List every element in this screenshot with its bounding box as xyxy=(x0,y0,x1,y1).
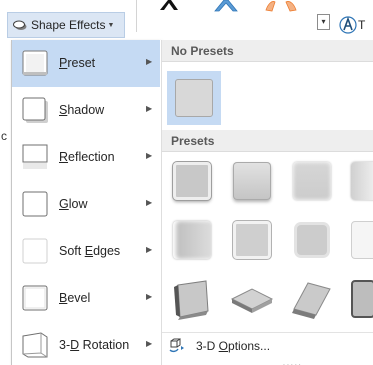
no-presets-header: No Presets xyxy=(162,40,373,62)
reflection-thumbnail xyxy=(22,144,48,170)
shape-effects-icon xyxy=(13,20,27,31)
soft-edges-thumbnail xyxy=(22,238,48,264)
preset-1[interactable] xyxy=(168,157,216,205)
menu-item-label: Preset xyxy=(59,56,96,70)
arrow-right-icon: ▶ xyxy=(146,292,153,301)
ribbon-strip: Shape Effects ▼ ▾ T xyxy=(0,0,373,40)
menu-item-soft-edges[interactable]: Soft Edges ▶ xyxy=(12,228,160,275)
preset-4[interactable] xyxy=(346,157,373,205)
preset-9[interactable] xyxy=(168,275,216,323)
no-preset-option[interactable] xyxy=(167,71,221,125)
menu-item-label: 3-D Rotation xyxy=(59,338,130,352)
menu-item-bevel[interactable]: Bevel ▶ xyxy=(12,275,160,322)
chevron-down-icon: ▼ xyxy=(107,21,115,29)
text-effects-label[interactable]: T xyxy=(358,18,365,32)
preset-12[interactable] xyxy=(346,275,373,323)
menu-item-3d-rotation[interactable]: 3-D Rotation ▶ xyxy=(12,322,160,365)
arrow-right-icon: ▶ xyxy=(146,151,153,160)
arrow-right-icon: ▶ xyxy=(146,339,153,348)
preset-2[interactable] xyxy=(228,157,276,205)
3d-options-icon xyxy=(168,338,186,354)
arrow-right-icon: ▶ xyxy=(146,245,153,254)
preset-8[interactable] xyxy=(346,216,373,264)
presets-header: Presets xyxy=(162,130,373,152)
resize-grip[interactable]: ..... xyxy=(283,360,303,365)
arrow-right-icon: ▶ xyxy=(146,198,153,207)
menu-item-glow[interactable]: Glow ▶ xyxy=(12,181,160,228)
glow-thumbnail xyxy=(22,191,48,217)
shape-effects-menu: Preset ▶ Shadow ▶ Reflection ▶ Glow ▶ So… xyxy=(11,40,161,365)
menu-item-label: Bevel xyxy=(59,291,91,305)
shadow-thumbnail xyxy=(22,97,48,123)
menu-item-label: Reflection xyxy=(59,150,115,164)
shape-effects-label: Shape Effects xyxy=(31,18,106,32)
menu-item-reflection[interactable]: Reflection ▶ xyxy=(12,134,160,181)
arrow-right-icon: ▶ xyxy=(146,104,153,113)
menu-item-label: Glow xyxy=(59,197,88,211)
3d-rotation-thumbnail xyxy=(22,332,48,358)
3d-options-label: 3-D Options... xyxy=(196,339,271,353)
preset-thumbnail xyxy=(22,50,48,76)
bevel-thumbnail xyxy=(22,285,48,311)
wordart-style-orange[interactable] xyxy=(262,0,302,18)
partial-edge-text: c xyxy=(1,129,7,143)
preset-5[interactable] xyxy=(168,216,216,264)
preset-3[interactable] xyxy=(288,157,336,205)
shape-effects-button[interactable]: Shape Effects ▼ xyxy=(7,12,125,38)
preset-7[interactable] xyxy=(288,216,336,264)
preset-11[interactable] xyxy=(288,275,336,323)
arrow-right-icon: ▶ xyxy=(146,57,153,66)
preset-10[interactable] xyxy=(228,275,276,323)
menu-item-label: Soft Edges xyxy=(59,244,121,258)
preset-6[interactable] xyxy=(228,216,276,264)
menu-item-shadow[interactable]: Shadow ▶ xyxy=(12,87,160,134)
gallery-divider xyxy=(136,0,137,32)
menu-item-preset[interactable]: Preset ▶ xyxy=(12,40,160,87)
wordart-style-blue[interactable] xyxy=(212,0,240,18)
menu-item-label: Shadow xyxy=(59,103,105,117)
options-divider xyxy=(162,332,373,333)
text-effects-icon[interactable] xyxy=(338,15,358,35)
3d-options-button[interactable]: 3-D Options... xyxy=(162,334,373,356)
wordart-style-black[interactable] xyxy=(158,0,182,18)
preset-submenu: No Presets Presets 3-D Options... ..... xyxy=(161,40,373,365)
gallery-more-button[interactable]: ▾ xyxy=(317,14,330,30)
